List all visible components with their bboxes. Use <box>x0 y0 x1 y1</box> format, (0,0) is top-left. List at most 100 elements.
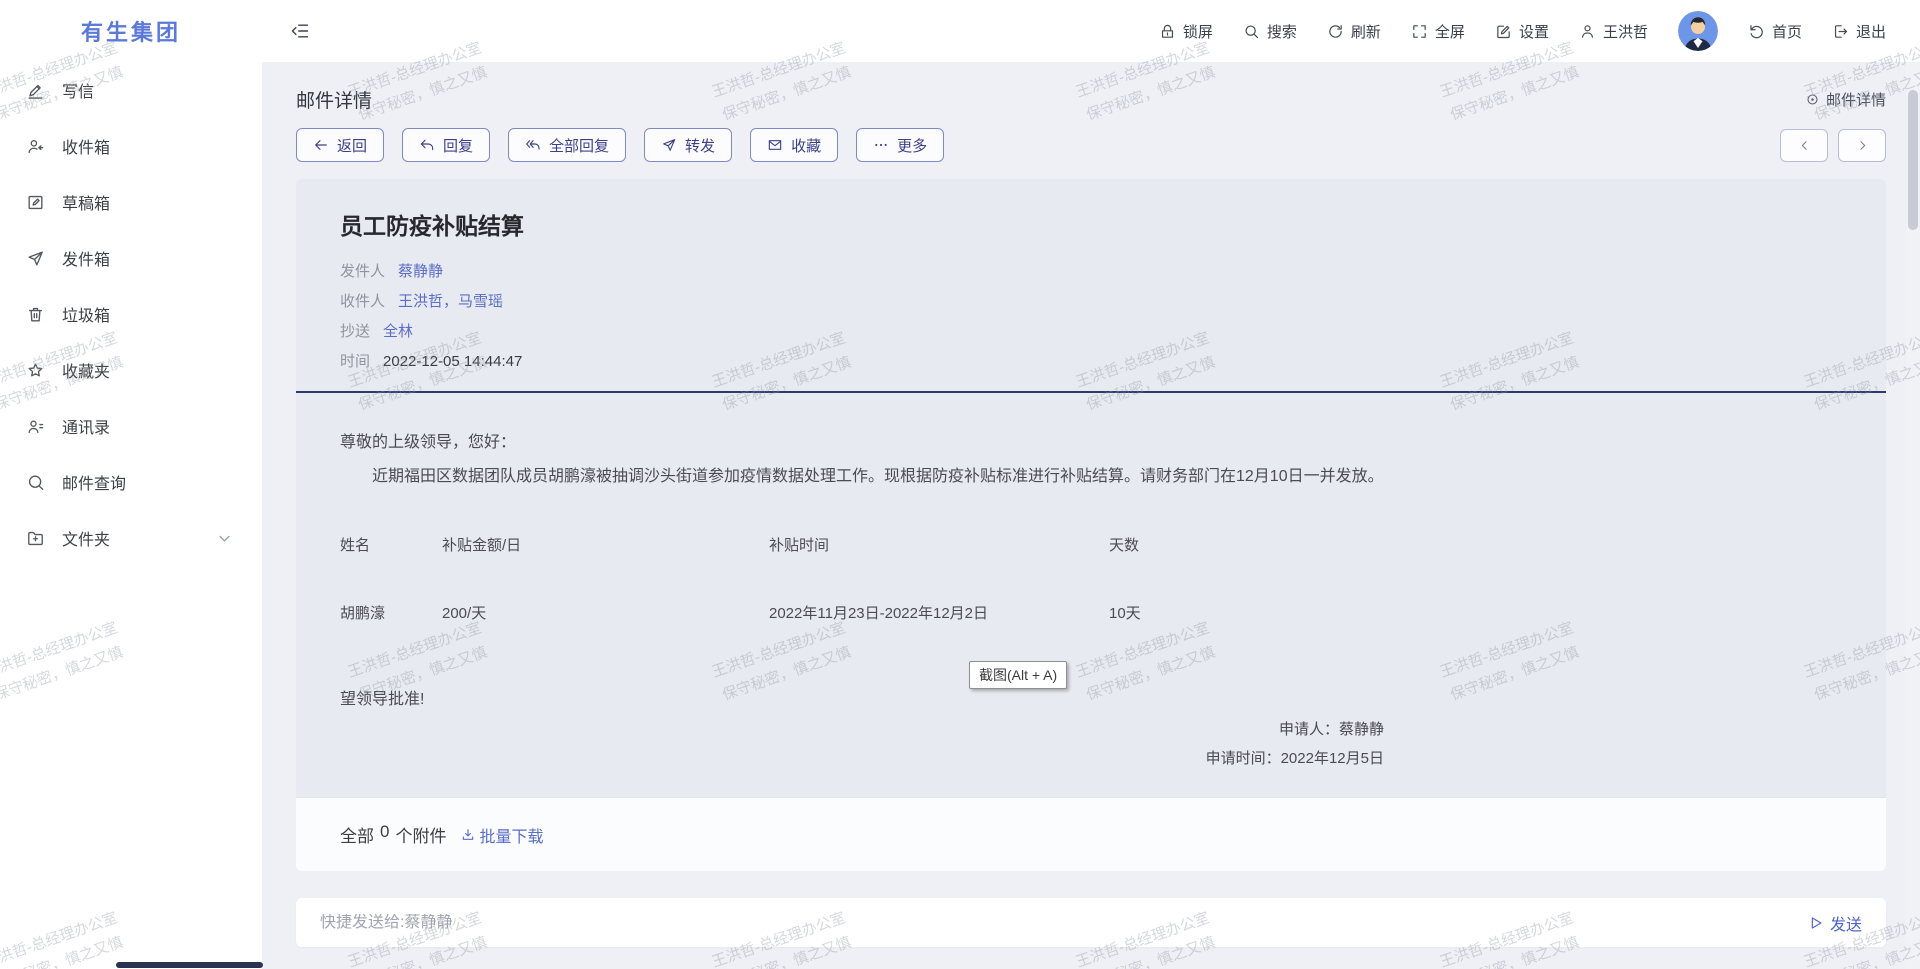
vertical-scrollbar-thumb[interactable] <box>1908 90 1918 230</box>
fullscreen-button[interactable]: 全屏 <box>1411 21 1465 42</box>
vertical-scrollbar[interactable] <box>1906 62 1920 969</box>
contacts-icon <box>26 417 45 436</box>
collect-button[interactable]: 收藏 <box>750 128 838 162</box>
quick-send-bar: 发送 <box>296 898 1886 947</box>
reply-icon <box>419 137 435 153</box>
send-button[interactable]: 发送 <box>1808 911 1862 935</box>
sidebar-item-label: 草稿箱 <box>62 190 110 214</box>
reply-label: 回复 <box>443 135 473 156</box>
mark-email-icon <box>767 137 783 153</box>
col-amount: 补贴金额/日 <box>442 525 769 555</box>
batch-download-link[interactable]: 批量下载 <box>460 823 543 847</box>
breadcrumb-label: 邮件详情 <box>1826 89 1886 110</box>
lock-icon <box>1159 23 1176 40</box>
email-body: 尊敬的上级领导，您好： 近期福田区数据团队成员胡鹏濠被抽调沙头街道参加疫情数据处… <box>296 393 1886 797</box>
search-icon <box>1243 23 1260 40</box>
email-to-row: 收件人 王洪哲，马雪瑶 <box>340 287 1842 317</box>
table-header-row: 姓名 补贴金额/日 补贴时间 天数 <box>340 525 1229 555</box>
screenshot-shortcut-tooltip: 截图(Alt + A) <box>969 661 1067 689</box>
reply-all-icon <box>525 137 541 153</box>
search-label: 搜索 <box>1267 21 1297 42</box>
more-label: 更多 <box>897 135 927 156</box>
col-days: 天数 <box>1109 525 1229 555</box>
sidebar-item-inbox[interactable]: 收件箱 <box>0 118 262 174</box>
search-button[interactable]: 搜索 <box>1243 21 1297 42</box>
sidebar-item-label: 写信 <box>62 78 94 102</box>
sidebar-item-label: 垃圾箱 <box>62 302 110 326</box>
reply-button[interactable]: 回复 <box>402 128 490 162</box>
sidebar-item-label: 通讯录 <box>62 414 110 438</box>
more-icon <box>873 137 889 153</box>
sidebar-item-compose[interactable]: 写信 <box>0 62 262 118</box>
topbar-actions: 锁屏 搜索 刷新 全屏 设置 王洪哲 <box>1159 11 1886 51</box>
forward-label: 转发 <box>685 135 715 156</box>
quick-send-input[interactable] <box>320 914 1808 932</box>
sidebar-item-favorites[interactable]: 收藏夹 <box>0 342 262 398</box>
forward-icon <box>661 137 677 153</box>
app-window: 有生集团 写信 收件箱 草稿箱 发件箱 垃圾箱 <box>0 0 1920 969</box>
settings-label: 设置 <box>1519 21 1549 42</box>
email-header: 员工防疫补贴结算 发件人 蔡静静 收件人 王洪哲，马雪瑶 抄送 全林 时间 20… <box>296 179 1886 391</box>
email-time-row: 时间 2022-12-05 14:44:47 <box>340 347 1842 377</box>
user-avatar[interactable] <box>1678 11 1718 51</box>
from-label: 发件人 <box>340 257 385 287</box>
sidebar-item-folders[interactable]: 文件夹 <box>0 510 262 566</box>
current-user-button[interactable]: 王洪哲 <box>1579 21 1648 42</box>
body-closing: 望领导批准! <box>340 685 1842 709</box>
col-name: 姓名 <box>340 525 442 555</box>
sent-icon <box>26 249 45 268</box>
home-button[interactable]: 首页 <box>1748 21 1802 42</box>
logout-button[interactable]: 退出 <box>1832 21 1886 42</box>
sidebar-item-contacts[interactable]: 通讯录 <box>0 398 262 454</box>
horizontal-scrollbar-thumb[interactable] <box>116 962 263 968</box>
attachments-summary: 全部0个附件 <box>340 822 446 847</box>
sidebar-item-label: 收件箱 <box>62 134 110 158</box>
more-button[interactable]: 更多 <box>856 128 944 162</box>
sidebar-item-mail-search[interactable]: 邮件查询 <box>0 454 262 510</box>
sidebar-item-drafts[interactable]: 草稿箱 <box>0 174 262 230</box>
refresh-icon <box>1327 23 1344 40</box>
logout-label: 退出 <box>1856 21 1886 42</box>
folder-plus-icon <box>26 529 45 548</box>
page-header: 邮件详情 邮件详情 <box>296 86 1886 113</box>
sidebar-item-label: 文件夹 <box>62 526 110 550</box>
attachments-bar: 全部0个附件 批量下载 <box>296 797 1886 871</box>
email-time-value: 2022-12-05 14:44:47 <box>383 347 522 377</box>
settings-icon <box>1495 23 1512 40</box>
cell-days: 10天 <box>1109 555 1229 623</box>
user-icon <box>1579 23 1596 40</box>
lock-screen-button[interactable]: 锁屏 <box>1159 21 1213 42</box>
fullscreen-icon <box>1411 23 1428 40</box>
settings-button[interactable]: 设置 <box>1495 21 1549 42</box>
download-icon <box>460 827 476 843</box>
sidebar-item-label: 发件箱 <box>62 246 110 270</box>
drafts-icon <box>26 193 45 212</box>
collapse-sidebar-button[interactable] <box>290 21 310 41</box>
send-triangle-icon <box>1808 915 1824 931</box>
mail-search-icon <box>26 473 45 492</box>
to-contact-links[interactable]: 王洪哲，马雪瑶 <box>398 287 503 317</box>
avatar-image <box>1678 11 1718 51</box>
chevron-down-icon <box>215 529 234 548</box>
from-contact-link[interactable]: 蔡静静 <box>398 257 443 287</box>
refresh-button[interactable]: 刷新 <box>1327 21 1381 42</box>
logout-icon <box>1832 23 1849 40</box>
email-toolbar: 返回 回复 全部回复 转发 收藏 <box>296 128 1886 162</box>
subsidy-table: 姓名 补贴金额/日 补贴时间 天数 胡鹏濠 200/天 2022年11月23日-… <box>340 525 1229 623</box>
next-email-button[interactable] <box>1838 129 1886 162</box>
previous-email-button[interactable] <box>1780 129 1828 162</box>
sidebar-item-trash[interactable]: 垃圾箱 <box>0 286 262 342</box>
chevron-left-icon <box>1797 138 1812 153</box>
to-label: 收件人 <box>340 287 385 317</box>
applicant-line: 申请人：蔡静静 <box>340 715 1384 744</box>
back-button[interactable]: 返回 <box>296 128 384 162</box>
collect-label: 收藏 <box>791 135 821 156</box>
attachments-count: 0 <box>380 822 389 847</box>
reply-all-button[interactable]: 全部回复 <box>508 128 626 162</box>
fullscreen-label: 全屏 <box>1435 21 1465 42</box>
sidebar-nav: 写信 收件箱 草稿箱 发件箱 垃圾箱 收藏夹 <box>0 62 262 566</box>
forward-button[interactable]: 转发 <box>644 128 732 162</box>
cc-contact-link[interactable]: 全林 <box>383 317 413 347</box>
sidebar-item-label: 收藏夹 <box>62 358 110 382</box>
sidebar-item-sent[interactable]: 发件箱 <box>0 230 262 286</box>
